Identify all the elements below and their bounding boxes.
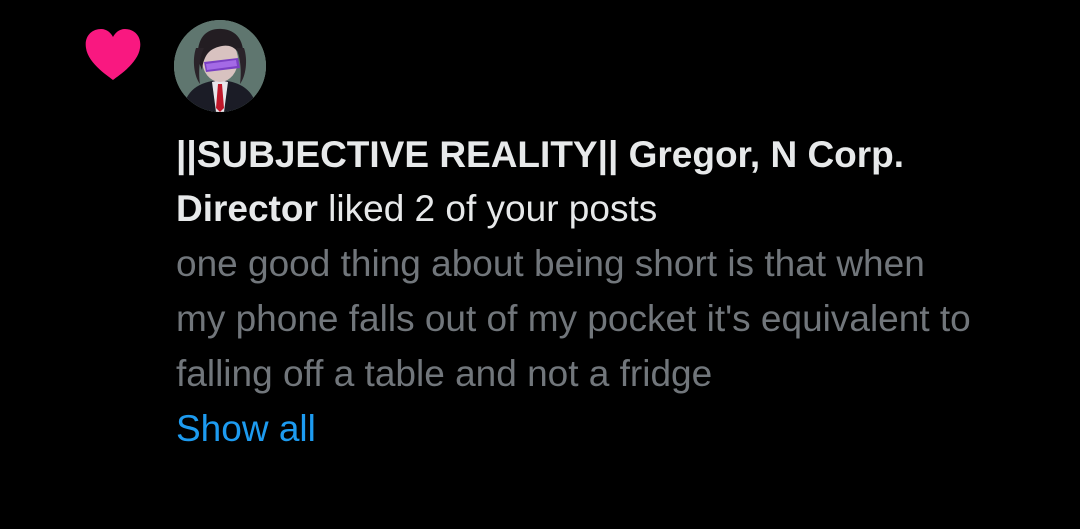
heart-icon <box>85 29 141 80</box>
action-text: liked 2 of your posts <box>317 188 658 229</box>
post-text[interactable]: one good thing about being short is that… <box>176 236 976 401</box>
notification-headline: ||SUBJECTIVE REALITY|| Gregor, N Corp. D… <box>176 128 1036 236</box>
show-all-link[interactable]: Show all <box>176 401 316 457</box>
like-notification[interactable]: ||SUBJECTIVE REALITY|| Gregor, N Corp. D… <box>0 0 1080 529</box>
avatar[interactable] <box>174 20 266 112</box>
user-avatar-icon <box>174 20 266 112</box>
notification-content: ||SUBJECTIVE REALITY|| Gregor, N Corp. D… <box>176 128 1036 457</box>
